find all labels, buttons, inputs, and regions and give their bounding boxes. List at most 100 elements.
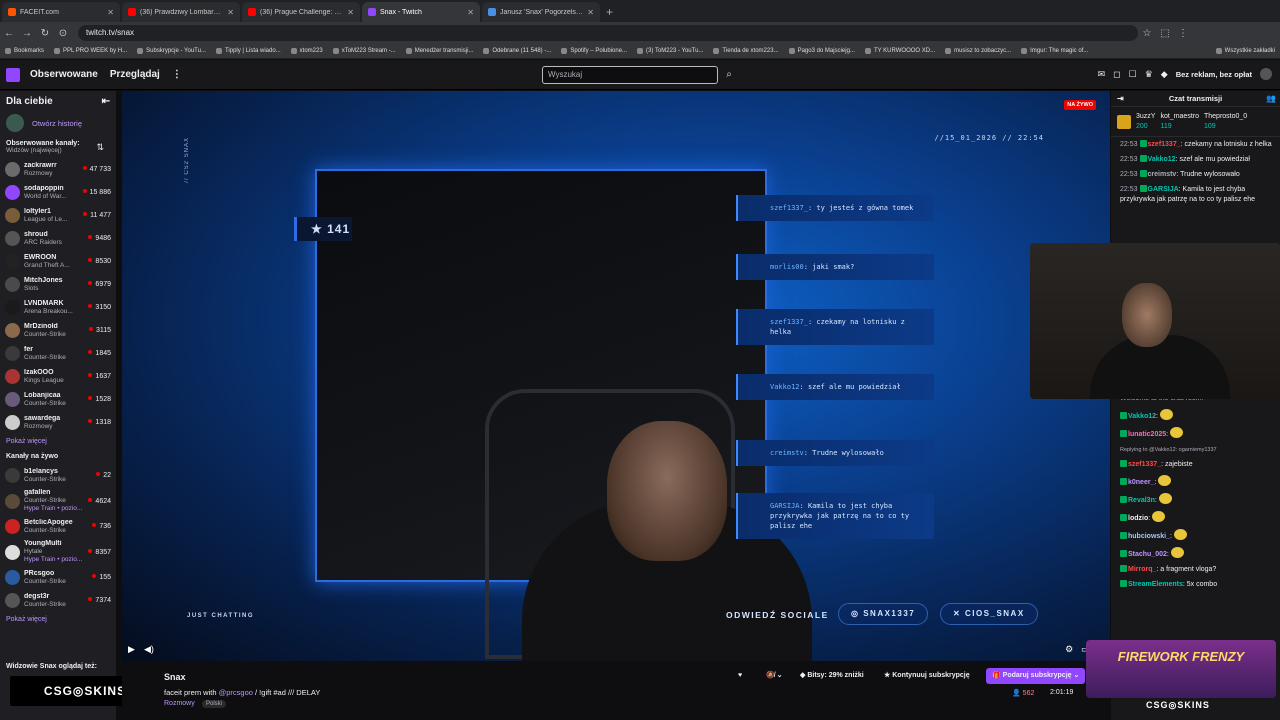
sidebar-channel[interactable]: fer Counter-Strike 1845 — [0, 342, 116, 365]
sidebar-channel[interactable]: MitchJones Slots 6979 — [0, 273, 116, 296]
twitch-logo-icon[interactable] — [6, 67, 20, 82]
title-mention-link[interactable]: @prcsgoo — [219, 688, 253, 697]
chat-username[interactable]: Vakko12 — [1148, 156, 1176, 163]
bookmark-item[interactable]: xtom223 — [286, 48, 328, 54]
follow-heart-icon[interactable]: ♥ — [732, 668, 748, 684]
sidebar-channel[interactable]: MrDzinold Counter-Strike 3115 — [0, 319, 116, 342]
tab-close-icon[interactable]: ✕ — [227, 8, 234, 17]
bookmark-item[interactable]: (3) ToM223 - YouTu... — [632, 48, 708, 54]
more-icon[interactable]: ⋮ — [172, 69, 182, 80]
chat-username[interactable]: hubciowski_ — [1128, 533, 1170, 540]
new-tab-button[interactable]: + — [606, 5, 613, 19]
search-input[interactable]: Wyszukaj — [542, 66, 718, 84]
site-info-icon[interactable]: ⊙ — [54, 28, 72, 39]
bits-icon[interactable]: ◆ — [1161, 69, 1168, 80]
collapse-sidebar-icon[interactable]: ⇤ — [102, 96, 110, 107]
notifications-toggle-icon[interactable]: 🔕̸ ⌄ — [760, 668, 789, 684]
prime-icon[interactable]: ♛ — [1145, 69, 1153, 80]
chat-username[interactable]: lodzio — [1128, 515, 1148, 522]
continue-sub-button[interactable]: ★ Kontynuuj subskrypcję — [878, 668, 976, 684]
bookmark-item[interactable]: Tipply | Lista wiado... — [211, 48, 286, 54]
forward-icon[interactable]: → — [18, 28, 36, 39]
tab-close-icon[interactable]: ✕ — [467, 8, 474, 17]
tab-close-icon[interactable]: ✕ — [347, 8, 354, 17]
sidebar-channel[interactable]: zackrawrr Rozmowy 47 733 — [0, 158, 116, 181]
sidebar-channel[interactable]: loltyler1 League of Le... 11 477 — [0, 204, 116, 227]
reload-icon[interactable]: ↻ — [36, 28, 54, 39]
play-icon[interactable]: ▶ — [128, 644, 135, 655]
top-gifter[interactable]: 3uzzY 200 — [1136, 112, 1155, 132]
sidebar-channel[interactable]: PRcsgoo Counter-Strike 155 — [0, 566, 116, 589]
inbox-icon[interactable]: ✉ — [1098, 69, 1106, 80]
nav-browse[interactable]: Przeglądaj — [110, 69, 160, 80]
bookmark-item[interactable]: Pago3 do Majsciejg... — [784, 48, 860, 54]
back-icon[interactable]: ← — [0, 28, 18, 39]
chat-username[interactable]: k0neer_ — [1128, 479, 1154, 486]
open-history-button[interactable]: Otwórz historię — [0, 107, 116, 136]
browser-tab[interactable]: (36) Prawdziwy Lombard - Odc... ✕ — [122, 2, 240, 22]
channel-name[interactable]: Snax — [164, 672, 186, 682]
chat-username[interactable]: szef1337_ — [1148, 141, 1181, 148]
top-gifter[interactable]: kot_maestro 119 — [1160, 112, 1199, 132]
bookmark-item[interactable]: TY KURWOOOO XD... — [860, 48, 940, 54]
chat-username[interactable]: GARSIJA — [1148, 186, 1179, 193]
bookmark-item[interactable]: Menedżer transmisji... — [401, 48, 479, 54]
stream-category[interactable]: Rozmowy — [164, 700, 195, 707]
bookmark-item[interactable]: Odebrane (11 548) -... — [478, 48, 556, 54]
bookmark-item[interactable]: xToM223 Stream -... — [328, 48, 401, 54]
chat-username[interactable]: Reval3n — [1128, 497, 1155, 504]
sidebar-channel[interactable]: Lobanjicaa Counter-Strike 1528 — [0, 388, 116, 411]
bookmark-item[interactable]: PPL PRO WEEK by H... — [49, 48, 132, 54]
chat-username[interactable]: Vakko12 — [1128, 413, 1156, 420]
url-field[interactable]: twitch.tv/snax — [78, 25, 1138, 41]
bookmark-item[interactable]: Subskrypcje - YouTu... — [132, 48, 211, 54]
bookmark-item[interactable]: Wszystkie zakładki — [1211, 48, 1280, 54]
browser-tab[interactable]: (36) Prague Challenge: Snax vs... ✕ — [242, 2, 360, 22]
tab-close-icon[interactable]: ✕ — [587, 8, 594, 17]
language-tag[interactable]: Polski — [202, 700, 227, 708]
bookmark-item[interactable]: Imgur: The magic of... — [1016, 48, 1093, 54]
chat-username[interactable]: Stachu_002 — [1128, 551, 1167, 558]
bookmark-item[interactable]: musisz to zobaczyc... — [940, 48, 1016, 54]
sidebar-channel[interactable]: EWROON Grand Theft A... 8530 — [0, 250, 116, 273]
chat-username[interactable]: creimstv — [1148, 171, 1177, 178]
sidebar-channel[interactable]: gafallen Counter-Strike Hype Train • pozio… — [0, 487, 116, 515]
nav-following[interactable]: Obserwowane — [30, 69, 98, 80]
video-player[interactable]: // CS2 SNAX //15_01_2026 // 22:54 NA ŻYW… — [122, 91, 1110, 661]
ad-free-button[interactable]: Bez reklam, bez opłat — [1176, 70, 1252, 79]
avatar[interactable] — [1260, 68, 1272, 80]
sidebar-channel[interactable]: sawardega Rozmowy 1318 — [0, 411, 116, 434]
bits-discount-button[interactable]: ◆ Bitsy: 29% zniżki — [794, 668, 870, 684]
chat-username[interactable]: StreamElements — [1128, 581, 1183, 588]
chat-username[interactable]: Mirrorq_ — [1128, 566, 1156, 573]
show-more-live[interactable]: Pokaż więcej — [0, 612, 116, 627]
extensions-icon[interactable]: ⬚ — [1156, 28, 1174, 39]
bookmark-star-icon[interactable]: ☆ — [1138, 28, 1156, 39]
sidebar-channel[interactable]: b1elancys Counter-Strike 22 — [0, 464, 116, 487]
browser-tab[interactable]: Janusz 'Snax' Pogorzelski's Co...✕ — [482, 2, 600, 22]
volume-icon[interactable]: ◀) — [144, 644, 154, 655]
browser-tab[interactable]: Snax - Twitch ✕ — [362, 2, 480, 22]
settings-icon[interactable]: ⚙ — [1065, 644, 1073, 655]
sidebar-channel[interactable]: sodapoppin World of War... 15 886 — [0, 181, 116, 204]
browser-tab[interactable]: FACEIT.com ✕ — [2, 2, 120, 22]
show-more-followed[interactable]: Pokaż więcej — [0, 434, 116, 449]
bookmark-item[interactable]: Bookmarks — [0, 48, 49, 54]
gift-sub-button[interactable]: 🎁 Podaruj subskrypcję ⌄ — [986, 668, 1086, 684]
chat-users-icon[interactable]: 👥 — [1266, 91, 1276, 107]
collapse-chat-icon[interactable]: ⇥ — [1117, 91, 1124, 107]
sidebar-channel[interactable]: LVNDMARK Arena Breakou... 3150 — [0, 296, 116, 319]
sort-icon[interactable]: ⇅ — [96, 142, 104, 154]
bookmark-item[interactable]: Spotify – Polubione... — [556, 48, 632, 54]
sidebar-channel[interactable]: IzakOOO Kings League 1637 — [0, 365, 116, 388]
sidebar-channel[interactable]: BetclicApogee Counter-Strike 736 — [0, 515, 116, 538]
sidebar-channel[interactable]: degst3r Counter-Strike 7374 — [0, 589, 116, 612]
whispers-icon[interactable]: ☐ — [1129, 69, 1137, 80]
chat-username[interactable]: lunatic2025 — [1128, 431, 1166, 438]
sidebar-channel[interactable]: shroud ARC Raiders 9486 — [0, 227, 116, 250]
top-gifter[interactable]: Theprosto0_0 109 — [1204, 112, 1247, 132]
chat-username[interactable]: szef1337_ — [1128, 461, 1161, 468]
search-icon[interactable]: ⌕ — [720, 66, 738, 84]
notifications-icon[interactable]: ◻ — [1113, 69, 1120, 80]
sidebar-channel[interactable]: YoungMulti Hytale Hype Train • pozio... 835… — [0, 538, 116, 566]
